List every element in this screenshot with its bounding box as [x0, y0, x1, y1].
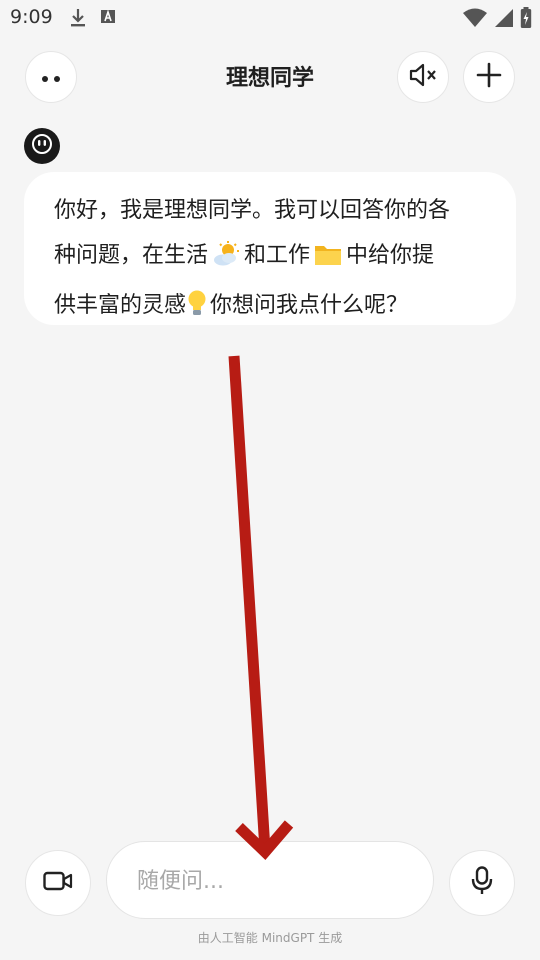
chat-input-box[interactable]	[106, 841, 434, 920]
assistant-message-bubble: 你好，我是理想同学。我可以回答你的各 种问题，在生活 和工作 中给你提 供丰富的灵感…	[24, 172, 516, 325]
arrow-down-annotation	[228, 355, 294, 861]
text-a-icon	[100, 7, 116, 33]
signal-icon	[494, 8, 514, 32]
microphone-icon	[471, 866, 493, 900]
robot-face-icon	[31, 133, 53, 159]
battery-charging-icon	[520, 7, 532, 33]
more-button[interactable]	[25, 51, 77, 103]
status-left-icons	[68, 7, 116, 33]
new-chat-button[interactable]	[463, 51, 515, 103]
sun-behind-cloud-icon	[212, 238, 240, 283]
message-line: 种问题，在生活 和工作 中给你提	[54, 233, 492, 283]
message-line: 你好，我是理想同学。我可以回答你的各	[54, 198, 451, 223]
chat-input[interactable]	[135, 842, 409, 920]
folder-icon	[314, 238, 342, 283]
video-camera-icon	[43, 870, 73, 896]
page-title: 理想同学	[225, 66, 314, 91]
more-dots-icon	[39, 68, 63, 87]
status-time: 9:09	[10, 6, 53, 28]
video-call-button[interactable]	[25, 850, 91, 916]
assistant-avatar	[24, 128, 60, 164]
message-line: 供丰富的灵感 你想问我点什么呢？	[54, 283, 492, 333]
status-right-icons	[462, 7, 532, 33]
voice-input-button[interactable]	[449, 850, 515, 916]
status-bar: 9:09	[0, 0, 540, 36]
ai-disclaimer: 由人工智能 MindGPT 生成	[197, 931, 343, 945]
speaker-muted-icon	[408, 62, 438, 92]
light-bulb-icon	[186, 288, 208, 333]
mute-button[interactable]	[397, 51, 449, 103]
plus-icon	[476, 62, 502, 92]
download-icon	[68, 7, 88, 33]
wifi-icon	[462, 8, 488, 32]
